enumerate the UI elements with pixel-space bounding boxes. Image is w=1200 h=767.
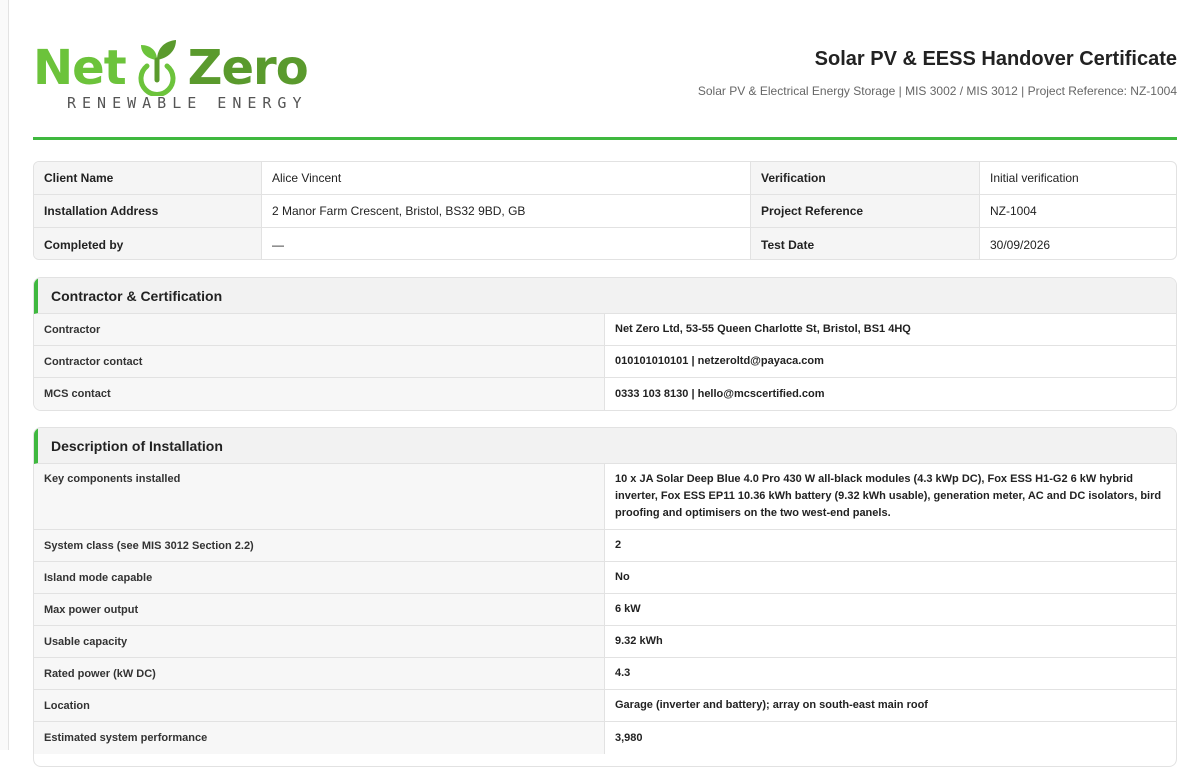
- page-edge: [0, 0, 9, 750]
- description-section: Description of Installation Key componen…: [33, 427, 1177, 767]
- certificate-subtitle: Solar PV & Electrical Energy Storage | M…: [697, 84, 1177, 98]
- row-label: Key components installed: [34, 464, 605, 529]
- row-label: Usable capacity: [34, 626, 605, 657]
- table-row: Location Garage (inverter and battery); …: [34, 690, 1176, 722]
- row-value: Garage (inverter and battery); array on …: [615, 699, 928, 711]
- info-row: Client Name Alice Vincent Verification I…: [34, 162, 1176, 195]
- row-label: MCS contact: [34, 378, 605, 410]
- verification-value: Initial verification: [990, 171, 1079, 185]
- row-value: 2: [615, 539, 622, 551]
- net-zero-logo: Net Zero RENEWABLE ENERGY: [33, 20, 343, 120]
- table-row: Rated power (kW DC) 4.3: [34, 658, 1176, 690]
- client-name-label: Client Name: [34, 162, 262, 194]
- section-heading: Contractor & Certification: [34, 278, 1176, 314]
- table-row: System class (see MIS 3012 Section 2.2) …: [34, 530, 1176, 562]
- row-value: Net Zero Ltd, 53-55 Queen Charlotte St, …: [615, 323, 911, 335]
- row-label: Contractor: [34, 314, 605, 345]
- client-name-value: Alice Vincent: [262, 162, 751, 194]
- test-date-value: 30/09/2026: [990, 237, 1051, 252]
- table-row: Max power output 6 kW: [34, 594, 1176, 626]
- info-row: Completed by — Test Date 30/09/2026: [34, 228, 1176, 259]
- installation-address-label: Installation Address: [34, 195, 262, 227]
- row-label: Rated power (kW DC): [34, 658, 605, 689]
- logo-tagline: RENEWABLE ENERGY: [67, 94, 308, 112]
- power-leaf-icon: [132, 36, 182, 97]
- certificate-title: Solar PV & EESS Handover Certificate: [814, 48, 1177, 70]
- section-heading: Description of Installation: [34, 428, 1176, 464]
- row-label: Contractor contact: [34, 346, 605, 377]
- table-row: Contractor Net Zero Ltd, 53-55 Queen Cha…: [34, 314, 1176, 346]
- row-value: 6 kW: [615, 603, 641, 615]
- row-value: No: [615, 571, 630, 583]
- client-info-table: Client Name Alice Vincent Verification I…: [33, 161, 1177, 260]
- row-label: Location: [34, 690, 605, 721]
- row-value: 9.32 kWh: [615, 635, 663, 647]
- row-label: Island mode capable: [34, 562, 605, 593]
- header-divider: [33, 137, 1177, 140]
- table-row: Usable capacity 9.32 kWh: [34, 626, 1176, 658]
- row-value: 3,980: [615, 731, 643, 744]
- contractor-section: Contractor & Certification Contractor Ne…: [33, 277, 1177, 411]
- row-label: Estimated system performance: [34, 722, 605, 754]
- row-value: 0333 103 8130 | hello@mcscertified.com: [615, 387, 825, 400]
- test-date-label: Test Date: [751, 228, 980, 259]
- info-row: Installation Address 2 Manor Farm Cresce…: [34, 195, 1176, 228]
- verification-label: Verification: [751, 162, 980, 194]
- completed-by-label: Completed by: [34, 228, 262, 259]
- installation-address-value: 2 Manor Farm Crescent, Bristol, BS32 9BD…: [262, 195, 751, 227]
- row-value: 10 x JA Solar Deep Blue 4.0 Pro 430 W al…: [615, 473, 1162, 519]
- logo-word-zero: Zero: [187, 40, 309, 96]
- table-row: Contractor contact 010101010101 | netzer…: [34, 346, 1176, 378]
- project-reference-label: Project Reference: [751, 195, 980, 227]
- table-row: Key components installed 10 x JA Solar D…: [34, 464, 1176, 530]
- table-row: Island mode capable No: [34, 562, 1176, 594]
- row-value: 010101010101 | netzeroltd@payaca.com: [615, 355, 824, 367]
- table-row: MCS contact 0333 103 8130 | hello@mcscer…: [34, 378, 1176, 410]
- row-value: 4.3: [615, 667, 631, 679]
- table-row: Estimated system performance 3,980: [34, 722, 1176, 754]
- project-reference-value: NZ-1004: [990, 204, 1037, 218]
- logo-word-net: Net: [33, 40, 127, 96]
- row-label: Max power output: [34, 594, 605, 625]
- row-label: System class (see MIS 3012 Section 2.2): [34, 530, 605, 561]
- certificate-header: Net Zero RENEWABLE ENERGY Solar PV & EES…: [33, 20, 1177, 142]
- completed-by-value: —: [262, 228, 751, 259]
